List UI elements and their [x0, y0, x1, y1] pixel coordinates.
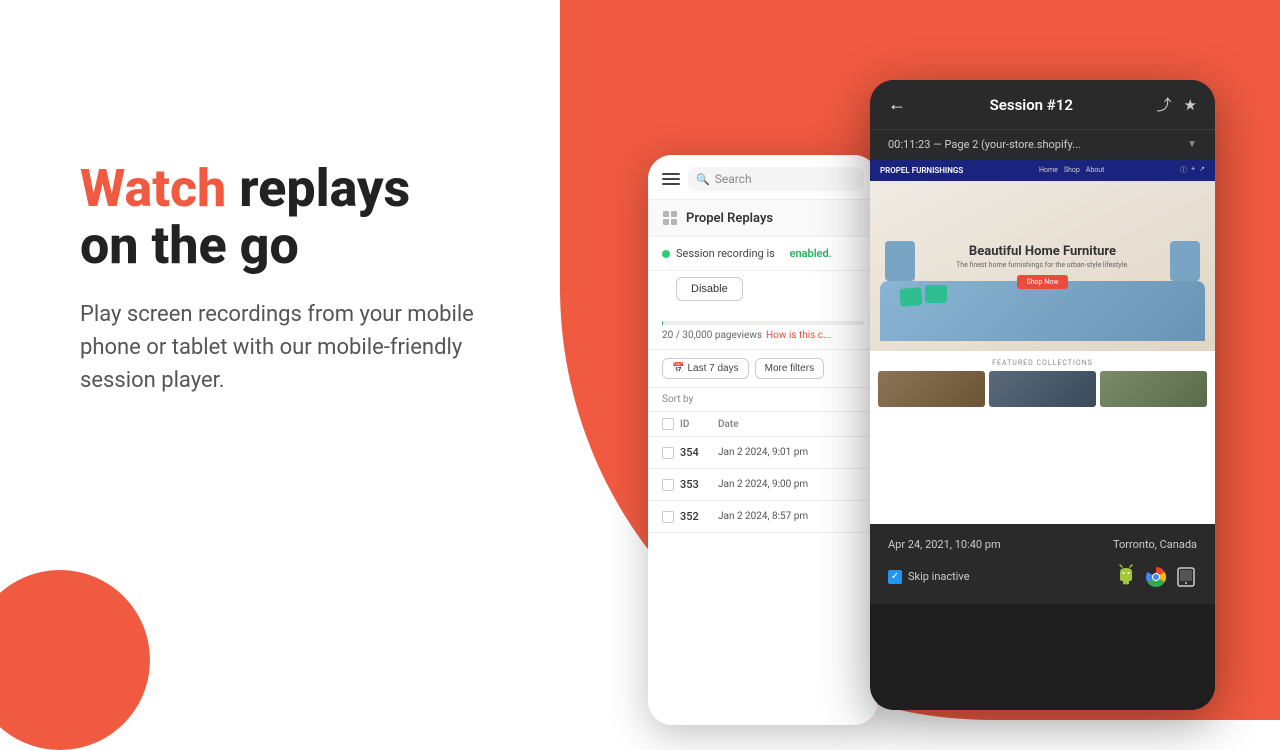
shopify-mockup: PROPEL FURNISHINGS Home Shop About ⓘ + ↗: [870, 159, 1215, 524]
row-id: 352: [680, 510, 712, 523]
enabled-label: enabled.: [790, 247, 832, 260]
table-header: ID Date: [648, 412, 878, 437]
chrome-icon: [1145, 566, 1167, 588]
progress-section: 20 / 30,000 pageviews How is this c...: [648, 315, 878, 350]
headline-accent: Watch: [80, 158, 226, 219]
shopify-logo: PROPEL FURNISHINGS: [880, 166, 963, 175]
status-dot: [662, 250, 670, 258]
table-row[interactable]: 354 Jan 2 2024, 9:01 pm: [648, 437, 878, 469]
player-actions: ⤴ ★: [1157, 94, 1197, 115]
recording-status: Session recording is enabled.: [648, 237, 878, 271]
search-text: Search: [715, 172, 752, 186]
video-area: PROPEL FURNISHINGS Home Shop About ⓘ + ↗: [870, 159, 1215, 524]
progress-bar-bg: [662, 321, 864, 325]
url-text: 00:11:23 — Page 2 (your-store.shopify...: [888, 138, 1081, 151]
col-header-id: ID: [680, 419, 712, 430]
row-date: Jan 2 2024, 8:57 pm: [718, 511, 808, 522]
zoom-icon: +: [1191, 165, 1195, 175]
row-date: Jan 2 2024, 9:00 pm: [718, 479, 808, 490]
row-checkbox[interactable]: [662, 511, 674, 523]
phone-left-mockup: 🔍 Search Propel Replays Session recordin…: [648, 155, 878, 725]
shopify-hero: Beautiful Home Furniture The finest home…: [870, 181, 1215, 351]
nav-label-propel: Propel Replays: [686, 211, 773, 226]
search-icon: 🔍: [696, 173, 710, 186]
star-icon[interactable]: ★: [1184, 96, 1197, 114]
col-header-date: Date: [718, 419, 739, 430]
last7-label: Last 7 days: [687, 363, 738, 374]
hero-image: Beautiful Home Furniture The finest home…: [870, 181, 1215, 351]
session-title: Session #12: [990, 96, 1073, 114]
disable-button[interactable]: Disable: [676, 277, 743, 301]
footer-info: Apr 24, 2021, 10:40 pm Torronto, Canada: [888, 538, 1197, 551]
product-thumb-3[interactable]: [1100, 371, 1207, 407]
sort-row: Sort by: [648, 388, 878, 412]
row-checkbox[interactable]: [662, 479, 674, 491]
nav-item-propel[interactable]: Propel Replays: [648, 200, 878, 237]
browser-icons: [1115, 563, 1197, 590]
phone-header: 🔍 Search: [648, 155, 878, 200]
table-row[interactable]: 353 Jan 2 2024, 9:00 pm: [648, 469, 878, 501]
more-filters-label: More filters: [765, 363, 814, 374]
url-bar: 00:11:23 — Page 2 (your-store.shopify...…: [870, 129, 1215, 159]
dropdown-arrow-icon[interactable]: ▼: [1187, 139, 1197, 150]
footer-date: Apr 24, 2021, 10:40 pm: [888, 538, 1001, 551]
nav-link: Home: [1039, 166, 1058, 174]
row-date: Jan 2 2024, 9:01 pm: [718, 447, 808, 458]
select-all-checkbox[interactable]: [662, 418, 674, 430]
menu-icon[interactable]: [662, 173, 680, 185]
hero-subtitle: The finest home furnishings for the urba…: [956, 261, 1129, 269]
skip-inactive-control[interactable]: ✓ Skip inactive: [888, 570, 970, 584]
android-icon: [1115, 563, 1137, 590]
grid-icon: [662, 210, 678, 226]
subtext: Play screen recordings from your mobile …: [80, 298, 500, 397]
shopify-nav: Home Shop About: [1039, 166, 1104, 174]
filter-row: 📅 Last 7 days More filters: [648, 350, 878, 388]
tablet-icon: [1175, 566, 1197, 588]
how-link[interactable]: How is this c...: [766, 330, 831, 341]
featured-label: Featured Collections: [878, 359, 1207, 367]
expand-icon: ↗: [1199, 165, 1205, 175]
footer-controls: ✓ Skip inactive: [888, 563, 1197, 590]
more-filters-button[interactable]: More filters: [755, 358, 824, 379]
headline: Watch replayson the go: [80, 160, 500, 274]
product-thumb-1[interactable]: [878, 371, 985, 407]
shopify-header: PROPEL FURNISHINGS Home Shop About ⓘ + ↗: [870, 159, 1215, 181]
player-footer: Apr 24, 2021, 10:40 pm Torronto, Canada …: [870, 524, 1215, 604]
table-row[interactable]: 352 Jan 2 2024, 8:57 pm: [648, 501, 878, 533]
calendar-icon: 📅: [672, 363, 684, 374]
product-grid: [878, 371, 1207, 407]
footer-location: Torronto, Canada: [1113, 538, 1197, 551]
player-header: ← Session #12 ⤴ ★: [870, 80, 1215, 129]
search-bar[interactable]: 🔍 Search: [688, 167, 864, 191]
sort-label: Sort by: [662, 394, 693, 405]
share-icon[interactable]: ⤴: [1157, 94, 1172, 115]
hero-title: Beautiful Home Furniture: [969, 244, 1116, 259]
nav-link: About: [1086, 166, 1105, 174]
left-content: Watch replayson the go Play screen recor…: [80, 160, 500, 397]
skip-inactive-checkbox[interactable]: ✓: [888, 570, 902, 584]
last7-filter-button[interactable]: 📅 Last 7 days: [662, 358, 749, 379]
background-blob-bottom: [0, 570, 150, 750]
back-button[interactable]: ←: [888, 94, 906, 115]
nav-link: Shop: [1064, 166, 1080, 174]
product-thumb-2[interactable]: [989, 371, 1096, 407]
progress-label: 20 / 30,000 pageviews: [662, 330, 762, 341]
row-id: 354: [680, 446, 712, 459]
featured-section: Featured Collections: [870, 351, 1215, 415]
phone-right-mockup: ← Session #12 ⤴ ★ 00:11:23 — Page 2 (you…: [870, 80, 1215, 710]
hero-cta-button[interactable]: Shop Now: [1017, 275, 1069, 289]
progress-text: 20 / 30,000 pageviews How is this c...: [662, 330, 864, 341]
recording-status-text: Session recording is: [676, 247, 775, 260]
row-id: 353: [680, 478, 712, 491]
row-checkbox[interactable]: [662, 447, 674, 459]
skip-inactive-label: Skip inactive: [908, 570, 970, 583]
cart-icon: ⓘ: [1180, 165, 1187, 175]
